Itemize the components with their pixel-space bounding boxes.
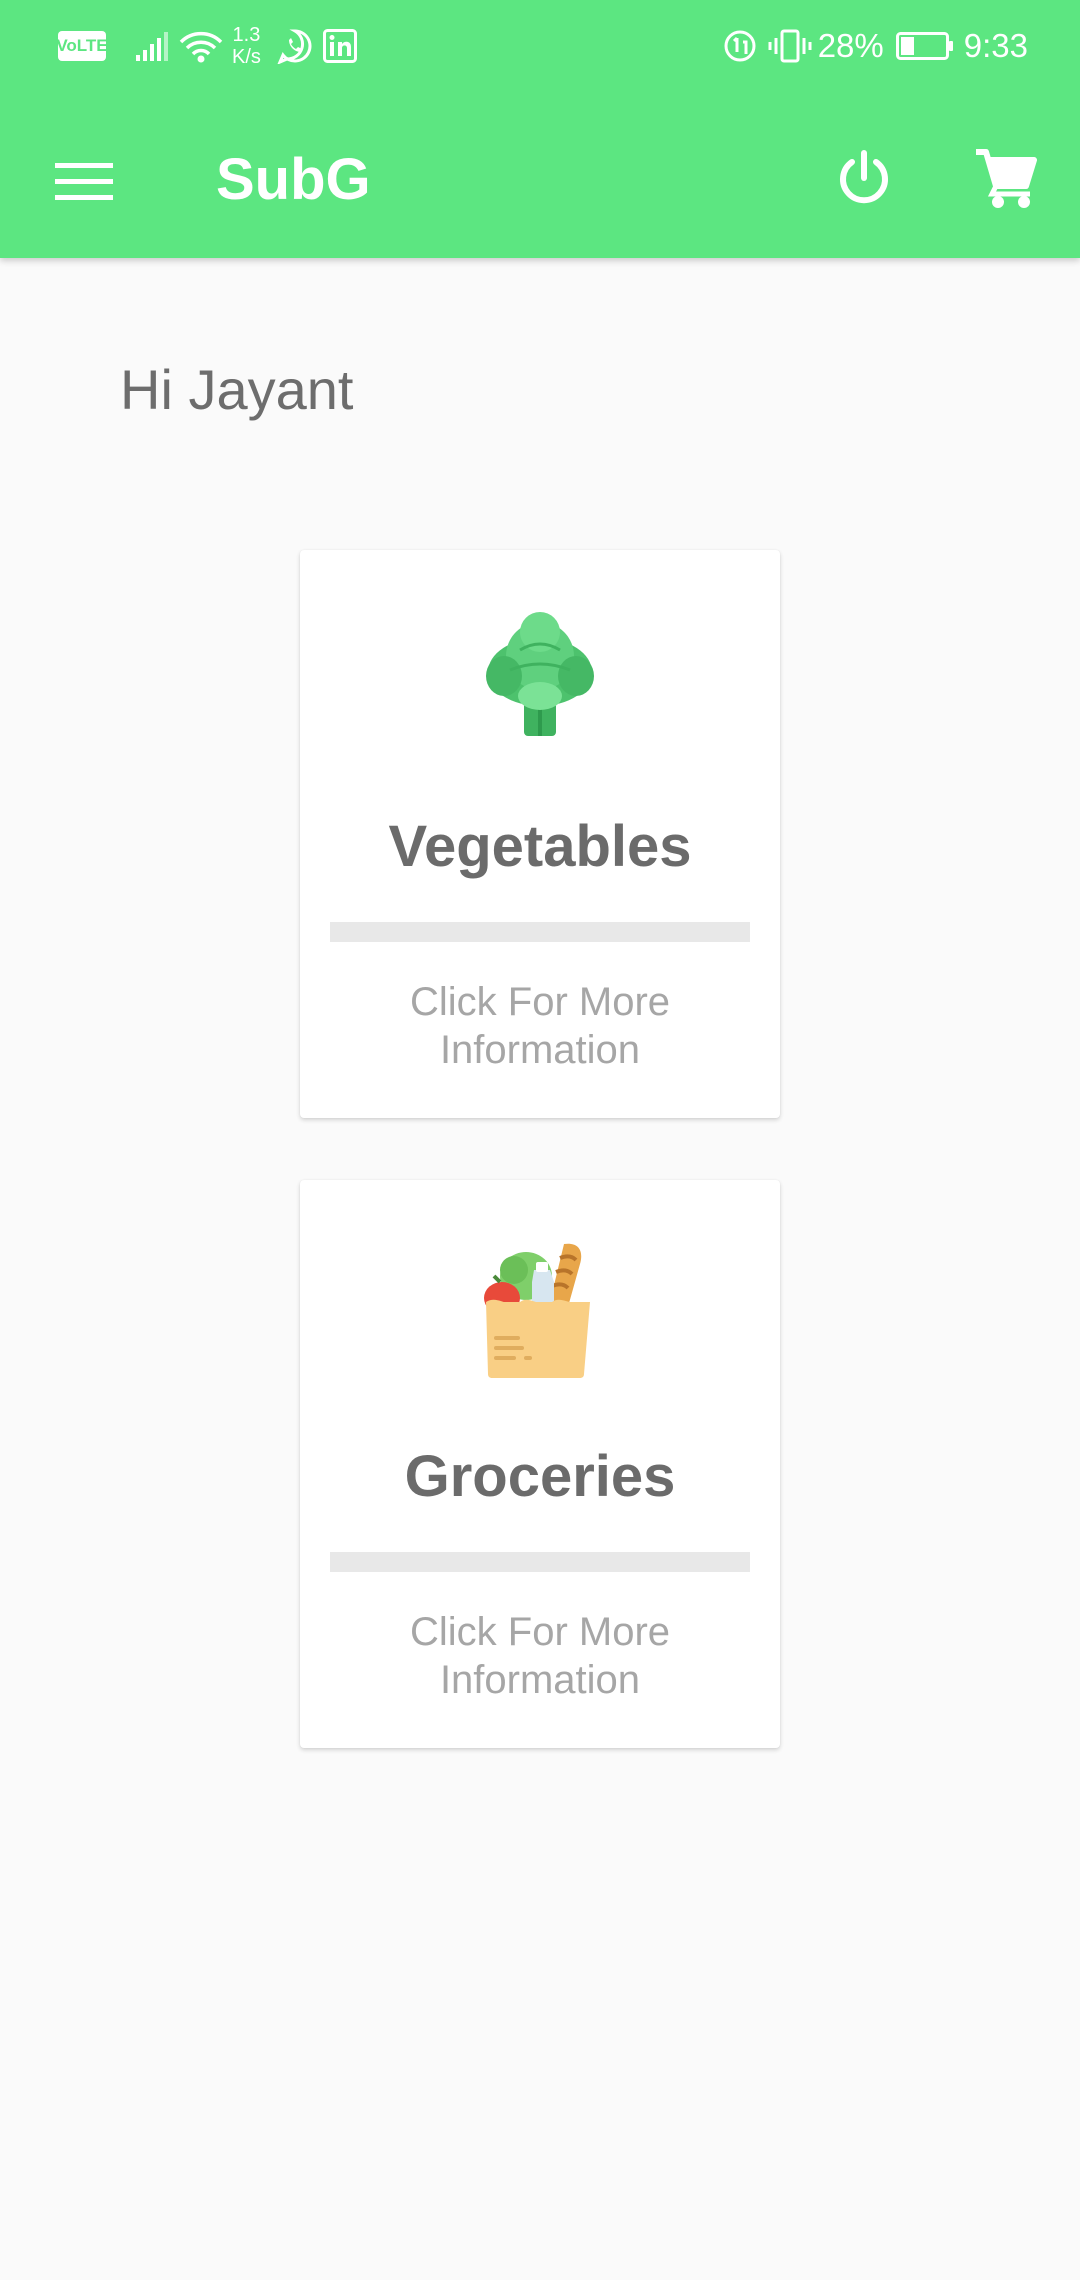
category-title: Vegetables — [388, 814, 692, 879]
linkedin-icon — [322, 29, 357, 63]
greeting-text: Hi Jayant — [120, 358, 354, 421]
wifi-icon — [178, 28, 224, 64]
network-speed: 1.3 K/s — [232, 24, 261, 68]
category-title: Groceries — [404, 1444, 676, 1509]
whatsapp-icon — [277, 28, 313, 64]
category-card-vegetables[interactable]: Vegetables Click For More Information — [300, 550, 780, 1118]
category-subtitle: Click For More Information — [409, 980, 671, 1072]
artichoke-icon — [480, 610, 600, 740]
data-saver-icon — [722, 28, 758, 64]
cart-button[interactable] — [962, 134, 1050, 222]
header: VoLTE 1.3 K/s 28% 9:33 SubG — [0, 0, 1080, 258]
network-speed-value: 1.3 — [232, 24, 261, 46]
app-title: SubG — [216, 147, 371, 212]
clock: 9:33 — [963, 27, 1028, 64]
logout-button[interactable] — [820, 134, 908, 222]
status-bar: VoLTE 1.3 K/s 28% 9:33 — [0, 0, 1080, 92]
battery-icon — [895, 32, 954, 60]
vibrate-icon — [768, 28, 812, 64]
app-bar: SubG — [0, 92, 1080, 258]
battery-percent: 28% — [817, 27, 884, 64]
volte-icon: VoLTE — [56, 31, 108, 61]
category-card-groceries[interactable]: Groceries Click For More Information — [300, 1180, 780, 1748]
grocery-bag-icon — [480, 1240, 600, 1378]
divider — [330, 1552, 750, 1572]
menu-icon — [55, 163, 113, 200]
power-icon — [840, 150, 888, 204]
divider — [330, 922, 750, 942]
signal-icon — [136, 31, 172, 61]
cart-icon — [976, 149, 1037, 208]
menu-button[interactable] — [40, 137, 128, 225]
status-bar-left: VoLTE 1.3 K/s — [56, 0, 357, 92]
category-subtitle: Click For More Information — [409, 1610, 671, 1702]
network-speed-unit: K/s — [232, 46, 261, 68]
status-bar-right: 28% 9:33 — [722, 0, 1028, 92]
